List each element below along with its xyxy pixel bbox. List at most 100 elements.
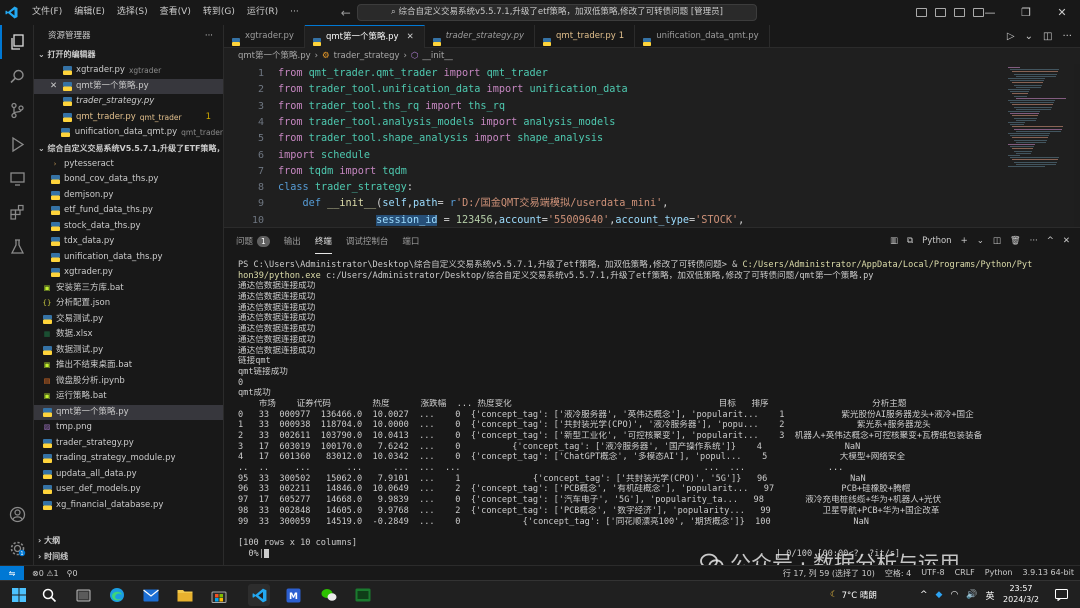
open-editors-header[interactable]: ⌄ 打开的编辑器: [34, 47, 223, 63]
file-tree-item[interactable]: {} 分析配置.json: [34, 296, 223, 312]
outline-header[interactable]: › 大纲: [34, 533, 223, 549]
file-tree-item[interactable]: qmt第一个策略.py: [34, 404, 223, 420]
breadcrumb-method[interactable]: __init__: [422, 48, 452, 64]
more-actions-icon[interactable]: ···: [205, 25, 213, 47]
windows-start-icon[interactable]: [8, 584, 30, 606]
editor-tab[interactable]: unification_data_qmt.py: [635, 25, 770, 48]
ports-status[interactable]: ⚲0: [67, 569, 78, 578]
editor-tab[interactable]: trader_strategy.py: [425, 25, 536, 48]
file-tree-item[interactable]: user_def_models.py: [34, 482, 223, 498]
file-tree-item[interactable]: trading_strategy_module.py: [34, 451, 223, 467]
tab-output[interactable]: 输出: [284, 228, 301, 254]
file-tree-item[interactable]: › pytesseract: [34, 157, 223, 173]
editor-tab[interactable]: qmt_trader.py 1: [535, 25, 636, 48]
mail-icon[interactable]: [140, 584, 162, 606]
command-center-search[interactable]: ⌕ 综合自定义交易系统v5.5.7.1,升级了etf策略，加双低策略,修改了可转…: [357, 4, 757, 21]
minimap[interactable]: [1004, 64, 1074, 227]
minimize-button[interactable]: —: [972, 0, 1008, 25]
timeline-header[interactable]: › 时间线: [34, 549, 223, 565]
run-python-file-icon[interactable]: ▷: [1007, 31, 1015, 42]
input-method-indicator[interactable]: 英: [986, 589, 995, 602]
menu-more-icon[interactable]: ···: [284, 0, 305, 25]
more-actions-icon[interactable]: ···: [1062, 31, 1072, 42]
search-icon[interactable]: [0, 59, 34, 93]
language-mode[interactable]: Python: [985, 568, 1013, 579]
task-view-icon[interactable]: [72, 584, 94, 606]
file-tree-item[interactable]: ▣ 运行策略.bat: [34, 389, 223, 405]
split-terminal-icon[interactable]: ◫: [993, 236, 1001, 246]
file-tree-item[interactable]: stock_data_ths.py: [34, 219, 223, 235]
antivirus-icon[interactable]: ◆: [936, 590, 943, 600]
open-editor-item[interactable]: qmt_trader.py qmt_trader 1: [34, 110, 223, 126]
file-tree-item[interactable]: bond_cov_data_ths.py: [34, 172, 223, 188]
split-editor-icon[interactable]: ◫: [1043, 31, 1052, 42]
extensions-icon[interactable]: [0, 195, 34, 229]
menu-run[interactable]: 运行(R): [241, 0, 284, 25]
breadcrumb-file[interactable]: qmt第一个策略.py: [238, 48, 311, 64]
file-tree-item[interactable]: updata_all_data.py: [34, 467, 223, 483]
file-tree-item[interactable]: demjson.py: [34, 188, 223, 204]
settings-gear-icon[interactable]: 1: [0, 531, 34, 565]
breadcrumb-class[interactable]: trader_strategy: [334, 48, 400, 64]
system-clock[interactable]: 23:57 2024/3/2: [996, 583, 1046, 605]
wifi-icon[interactable]: ◠: [950, 590, 958, 600]
tab-problems[interactable]: 问题 1: [236, 228, 270, 254]
volume-icon[interactable]: 🔊: [966, 590, 977, 600]
editor-tab[interactable]: qmt第一个策略.py ✕: [304, 25, 425, 49]
encoding[interactable]: UTF-8: [921, 568, 944, 579]
terminal-app-icon[interactable]: [352, 584, 374, 606]
terminal-output[interactable]: PS C:\Users\Administrator\Desktop\综合自定义交…: [238, 260, 1074, 560]
file-tree-item[interactable]: 数据测试.py: [34, 343, 223, 359]
remote-indicator-icon[interactable]: ⇋: [0, 565, 24, 581]
new-terminal-icon[interactable]: +: [961, 236, 968, 246]
toggle-sidebar-icon[interactable]: [916, 8, 927, 17]
open-editor-item[interactable]: unification_data_qmt.py qmt_trader: [34, 125, 223, 141]
line-ending[interactable]: CRLF: [955, 568, 975, 579]
menu-file[interactable]: 文件(F): [26, 0, 68, 25]
file-tree-item[interactable]: ▨ tmp.png: [34, 420, 223, 436]
tab-debug-console[interactable]: 调试控制台: [346, 228, 389, 254]
testing-flask-icon[interactable]: [0, 229, 34, 263]
notification-icon[interactable]: [1050, 584, 1072, 606]
weather-widget[interactable]: ☾ 7°C 晴朗: [830, 581, 877, 608]
file-tree-item[interactable]: ▤ 微盘股分析.ipynb: [34, 374, 223, 390]
explorer-icon[interactable]: [0, 25, 34, 59]
close-editor-icon[interactable]: ✕: [50, 79, 62, 95]
code-editor[interactable]: 1 from qmt_trader.qmt_trader import qmt_t…: [224, 64, 1004, 227]
source-control-icon[interactable]: [0, 93, 34, 127]
close-window-button[interactable]: ✕: [1044, 0, 1080, 25]
maximize-button[interactable]: ❐: [1008, 0, 1044, 25]
terminal-shell-name[interactable]: Python: [922, 236, 951, 246]
menu-selection[interactable]: 选择(S): [111, 0, 154, 25]
file-explorer-icon[interactable]: [174, 584, 196, 606]
file-tree-item[interactable]: trader_strategy.py: [34, 436, 223, 452]
tray-chevron-up-icon[interactable]: ^: [920, 590, 928, 600]
tab-ports[interactable]: 端口: [402, 228, 419, 254]
chevron-down-icon[interactable]: ⌄: [977, 236, 984, 246]
wechat-icon[interactable]: [318, 584, 340, 606]
file-tree-item[interactable]: xg_financial_database.py: [34, 498, 223, 514]
editor-tab[interactable]: xgtrader.py: [224, 25, 305, 48]
qmt-app-icon[interactable]: M: [282, 584, 304, 606]
folder-header[interactable]: ⌄ 综合自定义交易系统V5.5.7.1,升级了ETF策略，加...: [34, 141, 223, 157]
file-tree-item[interactable]: etf_fund_data_ths.py: [34, 203, 223, 219]
edge-browser-icon[interactable]: [106, 584, 128, 606]
menu-edit[interactable]: 编辑(E): [68, 0, 111, 25]
file-tree-item[interactable]: 交易测试.py: [34, 312, 223, 328]
back-arrow-icon[interactable]: ←: [341, 6, 351, 20]
open-editor-item[interactable]: trader_strategy.py: [34, 94, 223, 110]
close-panel-icon[interactable]: ✕: [1063, 236, 1070, 246]
open-editor-item[interactable]: xgtrader.py xgtrader: [34, 63, 223, 79]
close-tab-icon[interactable]: ✕: [407, 26, 414, 49]
cursor-position[interactable]: 行 17, 列 59 (选择了 10): [783, 568, 875, 579]
file-tree-item[interactable]: ▦ 数据.xlsx: [34, 327, 223, 343]
terminal-layout-icon[interactable]: ▥: [890, 236, 898, 246]
vscode-taskbar-icon[interactable]: [248, 584, 270, 606]
remote-explorer-icon[interactable]: [0, 161, 34, 195]
file-tree-item[interactable]: ▣ 安装第三方库.bat: [34, 281, 223, 297]
file-tree-item[interactable]: tdx_data.py: [34, 234, 223, 250]
problems-status[interactable]: ⊗0 ⚠1: [32, 569, 59, 578]
file-tree-item[interactable]: ▣ 推出不结束桌面.bat: [34, 358, 223, 374]
menu-go[interactable]: 转到(G): [197, 0, 241, 25]
toggle-secondary-sidebar-icon[interactable]: [954, 8, 965, 17]
